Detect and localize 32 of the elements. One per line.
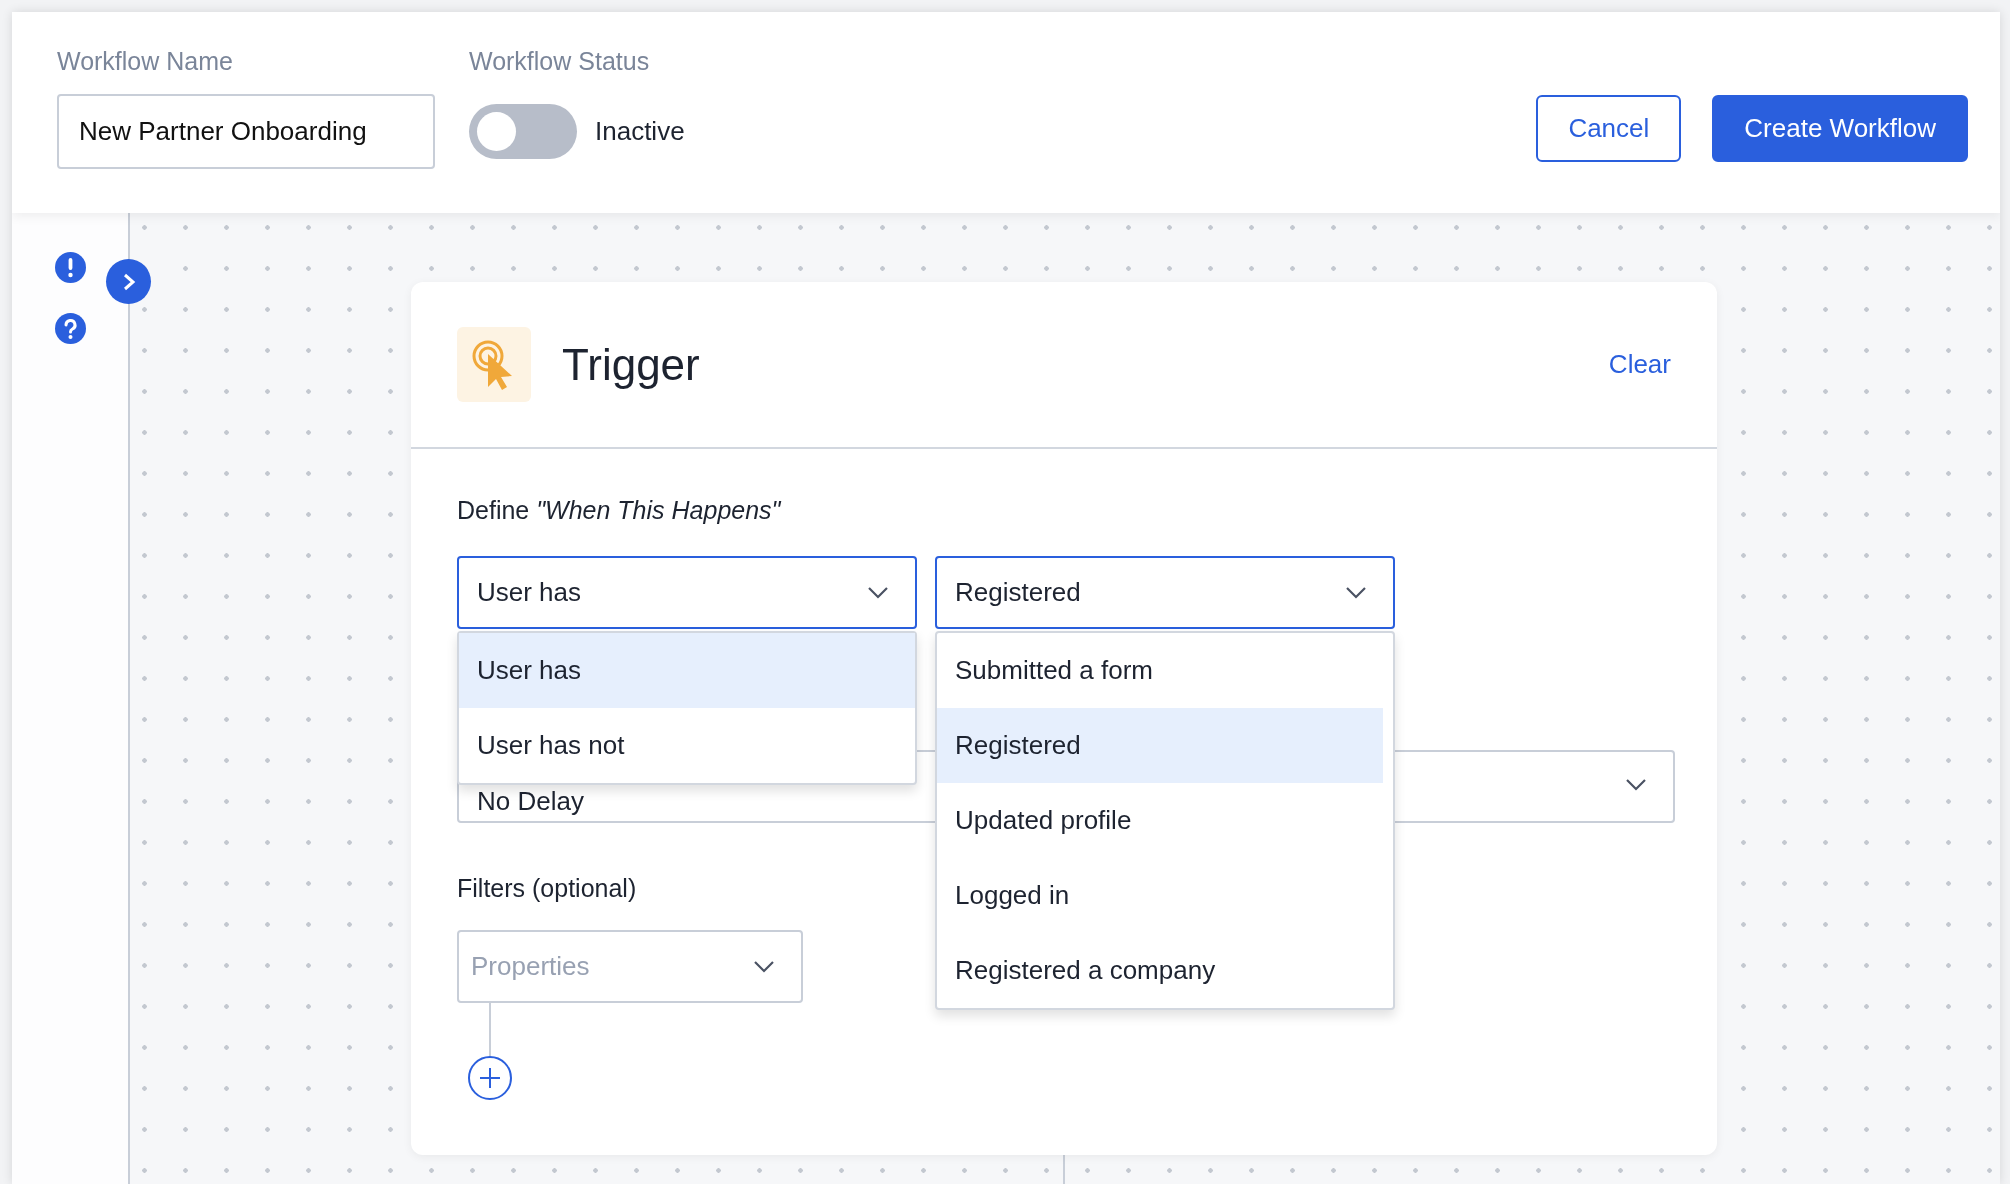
field-label: Workflow Status: [469, 48, 651, 74]
menu-option[interactable]: Registered a company: [937, 933, 1383, 1008]
name-input-field[interactable]: New Partner Onboarding: [57, 94, 435, 169]
dropdown-value: User has: [477, 577, 582, 608]
chevron-down-icon: [867, 585, 889, 600]
dropdown[interactable]: User has: [457, 556, 917, 629]
status-text: Inactive: [595, 116, 685, 147]
dropdown[interactable]: Registered: [935, 556, 1395, 629]
help-icon[interactable]: [55, 313, 86, 344]
chevron-down-icon: [753, 959, 775, 974]
chevron-down-icon: [1625, 777, 1647, 792]
menu-option[interactable]: Logged in: [937, 858, 1383, 933]
field-label: Workflow Name: [57, 48, 234, 74]
dropdown-value: Registered: [955, 577, 1081, 608]
cancel-button[interactable]: Cancel: [1536, 95, 1682, 162]
menu-option[interactable]: Submitted a form: [937, 633, 1383, 708]
add-button[interactable]: [468, 1056, 512, 1100]
chevron-down-icon: [1345, 585, 1367, 600]
card-title: Trigger: [562, 339, 701, 390]
section-label: Filters (optional): [457, 873, 637, 903]
menu-option[interactable]: Registered: [937, 708, 1383, 783]
alert-icon[interactable]: [55, 252, 86, 283]
section-label: Define "When This Happens": [457, 495, 781, 525]
dropdown-placeholder: Properties: [471, 951, 590, 982]
create-button[interactable]: Create Workflow: [1712, 95, 1968, 162]
dropdown-value: No Delay: [477, 786, 584, 817]
menu-option[interactable]: User has: [459, 633, 915, 708]
clear-link[interactable]: Clear: [1608, 349, 1671, 380]
menu-option[interactable]: User has not: [459, 708, 915, 783]
menu-option[interactable]: Updated profile: [937, 783, 1383, 858]
plus-icon: [479, 1067, 501, 1089]
status-toggle[interactable]: [469, 104, 577, 159]
